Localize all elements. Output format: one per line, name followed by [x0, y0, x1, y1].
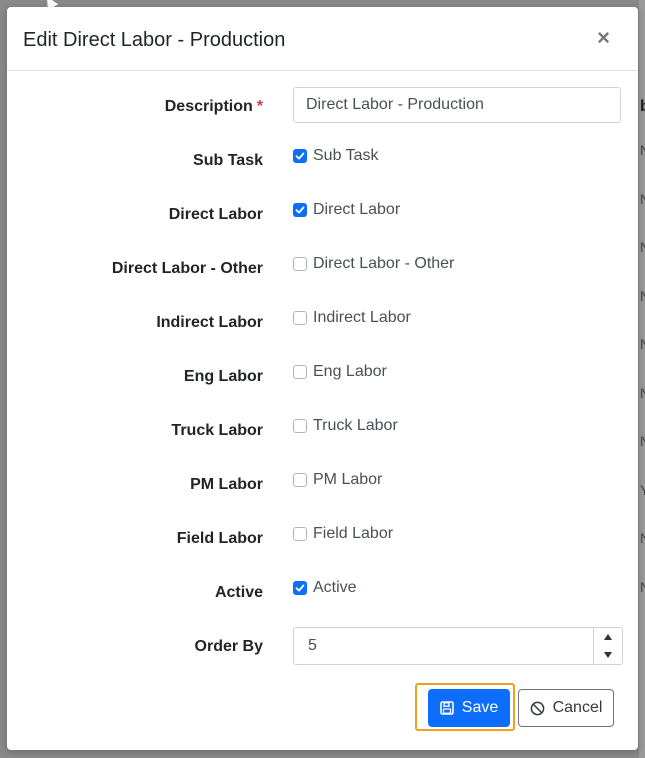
checkbox-field-label: Sub Task [193, 152, 263, 169]
checkbox-option-label: Active [313, 579, 357, 596]
checkbox-option-label: Indirect Labor [313, 309, 411, 326]
checkbox-option-label: Direct Labor - Other [313, 255, 455, 272]
cancel-button-label: Cancel [552, 699, 603, 716]
modal-title: Edit Direct Labor - Production [23, 29, 286, 51]
background-row-fragment: N [640, 142, 645, 158]
checkbox-option[interactable]: Indirect Labor [293, 309, 411, 327]
checkbox-unchecked-icon[interactable] [293, 419, 307, 433]
ban-icon [530, 701, 545, 716]
checkbox-checked-icon[interactable] [293, 203, 307, 217]
checkbox-row: Indirect Labor Indirect Labor [7, 303, 638, 343]
save-button-label: Save [461, 699, 499, 716]
floppy-disk-icon [439, 701, 454, 715]
checkbox-option[interactable]: Field Labor [293, 525, 393, 543]
checkbox-unchecked-icon[interactable] [293, 311, 307, 325]
checkbox-unchecked-icon[interactable] [293, 527, 307, 541]
order-by-input[interactable]: 5 [293, 627, 623, 665]
background-row-fragment: N [640, 579, 645, 595]
checkbox-checked-icon[interactable] [293, 149, 307, 163]
checkbox-field-label: Eng Labor [183, 368, 263, 385]
save-button[interactable]: Save [428, 689, 510, 727]
checkbox-option[interactable]: Active [293, 579, 357, 597]
checkbox-field-label: Direct Labor - Other [111, 260, 263, 277]
background-row-fragment: N [640, 191, 645, 207]
checkbox-option[interactable]: Truck Labor [293, 417, 398, 435]
checkbox-option-label: Truck Labor [313, 417, 398, 434]
spin-up-icon[interactable] [594, 628, 622, 646]
order-by-row: Order By 5 [7, 627, 638, 667]
checkbox-option-label: Direct Labor [313, 201, 401, 218]
background-row-fragment: N [640, 530, 645, 546]
checkbox-row: Sub Task Sub Task [7, 141, 638, 181]
checkbox-field-label: PM Labor [190, 476, 263, 493]
checkbox-option[interactable]: Eng Labor [293, 363, 387, 381]
background-row-fragment: N [640, 433, 645, 449]
modal-header: Edit Direct Labor - Production × [7, 7, 638, 71]
checkbox-field-label: Direct Labor [168, 206, 263, 223]
checkbox-option-label: Field Labor [313, 525, 394, 542]
checkbox-checked-icon[interactable] [293, 581, 307, 595]
checkbox-field-label: Field Labor [176, 530, 263, 547]
background-heading-fragment: b [640, 98, 645, 115]
checkbox-option[interactable]: Sub Task [293, 147, 379, 165]
checkbox-unchecked-icon[interactable] [293, 365, 307, 379]
background-row-fragment: N [640, 336, 645, 352]
order-by-value: 5 [308, 637, 317, 654]
close-icon[interactable]: × [597, 27, 610, 49]
checkbox-row: Eng Labor Eng Labor [7, 357, 638, 397]
checkbox-row: Direct Labor Direct Labor [7, 195, 638, 235]
edit-modal: Edit Direct Labor - Production × Descrip… [7, 7, 638, 750]
background-row-fragment: N [640, 239, 645, 255]
required-marker: * [256, 98, 263, 115]
checkbox-option[interactable]: PM Labor [293, 471, 382, 489]
background-row-fragment: Y [640, 481, 645, 498]
description-label-text: Description [164, 98, 253, 115]
checkbox-row: Field Labor Field Labor [7, 519, 638, 559]
checkbox-option-label: PM Labor [313, 471, 383, 488]
checkbox-row: PM Labor PM Labor [7, 465, 638, 505]
cancel-button[interactable]: Cancel [518, 689, 614, 727]
checkbox-row: Truck Labor Truck Labor [7, 411, 638, 451]
checkbox-row: Active Active [7, 573, 638, 613]
background-row-fragment: N [640, 288, 645, 304]
checkbox-option[interactable]: Direct Labor - Other [293, 255, 454, 273]
background-row-fragment: N [640, 385, 645, 401]
checkbox-row: Direct Labor - Other Direct Labor - Other [7, 249, 638, 289]
checkbox-option-label: Eng Labor [313, 363, 387, 380]
description-input[interactable]: Direct Labor - Production [293, 87, 621, 123]
checkbox-field-label: Indirect Labor [156, 314, 263, 331]
checkbox-unchecked-icon[interactable] [293, 257, 307, 271]
checkbox-option-label: Sub Task [313, 147, 379, 164]
checkbox-field-label: Active [214, 584, 263, 601]
checkbox-field-label: Truck Labor [171, 422, 263, 439]
order-by-label: Order By [194, 638, 263, 655]
spin-down-icon[interactable] [594, 646, 622, 664]
checkbox-unchecked-icon[interactable] [293, 473, 307, 487]
order-by-spinner [593, 628, 622, 664]
checkbox-option[interactable]: Direct Labor [293, 201, 400, 219]
description-label: Description * [165, 98, 263, 116]
description-row: Description * Direct Labor - Production [7, 87, 638, 127]
